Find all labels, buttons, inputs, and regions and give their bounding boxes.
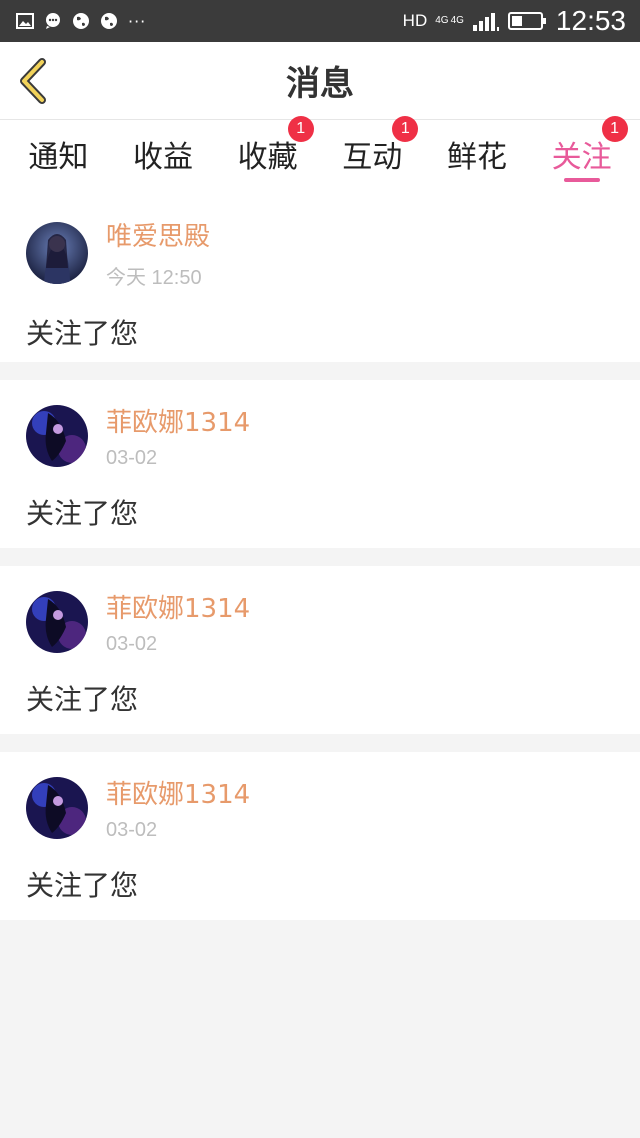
tab-label: 收藏 [237, 140, 298, 175]
tab-label: 通知 [28, 140, 89, 175]
status-right: HD 4G 4G 12:53 [403, 5, 626, 37]
globe-icon [101, 13, 117, 29]
tab-interactions[interactable]: 互动 1 [330, 116, 419, 194]
image-icon [16, 13, 34, 29]
tab-bar: 通知 收益 收藏 1 互动 1 鲜花 关注 1 [0, 116, 640, 194]
user-name[interactable]: 菲欧娜1314 [106, 774, 250, 811]
network-indicator: 4G 4G [435, 16, 464, 26]
clock: 12:53 [555, 5, 626, 36]
unread-badge: 1 [392, 116, 419, 142]
tab-favorites[interactable]: 收藏 1 [226, 116, 314, 194]
user-name[interactable]: 菲欧娜1314 [106, 402, 250, 439]
tab-label: 关注 [551, 140, 612, 175]
avatar[interactable] [26, 405, 88, 467]
signal-icon [472, 13, 499, 31]
message-text: 关注了您 [26, 317, 139, 350]
user-name[interactable]: 唯爱思殿 [106, 216, 210, 253]
list-item[interactable]: 菲欧娜1314 03-02 关注了您 [0, 566, 640, 734]
avatar[interactable] [26, 777, 88, 839]
timestamp: 今天 12:50 [106, 267, 202, 289]
hd-indicator: HD [402, 11, 428, 30]
tab-flowers[interactable]: 鲜花 [435, 120, 519, 194]
message-text: 关注了您 [26, 683, 139, 716]
timestamp: 03-02 [106, 819, 158, 841]
list-item[interactable]: 菲欧娜1314 03-02 关注了您 [0, 752, 640, 920]
timestamp: 03-02 [106, 447, 158, 469]
network-4g-label: 4G [450, 15, 464, 26]
app-header: 消息 [0, 42, 640, 120]
tab-label: 鲜花 [446, 140, 507, 175]
avatar[interactable] [26, 222, 88, 284]
tab-label: 收益 [132, 140, 193, 175]
overflow-indicator: ··· [128, 11, 147, 31]
list-item[interactable]: 菲欧娜1314 03-02 关注了您 [0, 380, 640, 548]
user-name[interactable]: 菲欧娜1314 [106, 588, 250, 625]
chat-icon [46, 13, 60, 29]
message-text: 关注了您 [26, 497, 139, 530]
back-button[interactable] [14, 58, 54, 104]
message-list: 唯爱思殿 今天 12:50 关注了您 菲欧娜1314 03-02 关注了您 菲欧… [0, 194, 640, 920]
chevron-left-icon [20, 58, 46, 104]
network-4g-label: 4G [435, 15, 449, 26]
avatar[interactable] [26, 591, 88, 653]
status-left: ··· [16, 12, 146, 31]
page-title: 消息 [286, 64, 354, 104]
tab-follows[interactable]: 关注 1 [540, 116, 628, 194]
globe-icon [73, 13, 89, 29]
tab-label: 互动 [342, 140, 403, 175]
message-text: 关注了您 [26, 869, 139, 902]
list-item[interactable]: 唯爱思殿 今天 12:50 关注了您 [0, 194, 640, 362]
tab-notifications[interactable]: 通知 [16, 120, 100, 194]
unread-badge: 1 [601, 116, 628, 142]
battery-icon [507, 12, 546, 30]
tab-earnings[interactable]: 收益 [121, 120, 205, 194]
timestamp: 03-02 [106, 633, 158, 655]
status-bar: ··· HD 4G 4G 12:53 [0, 0, 640, 42]
unread-badge: 1 [287, 116, 314, 142]
